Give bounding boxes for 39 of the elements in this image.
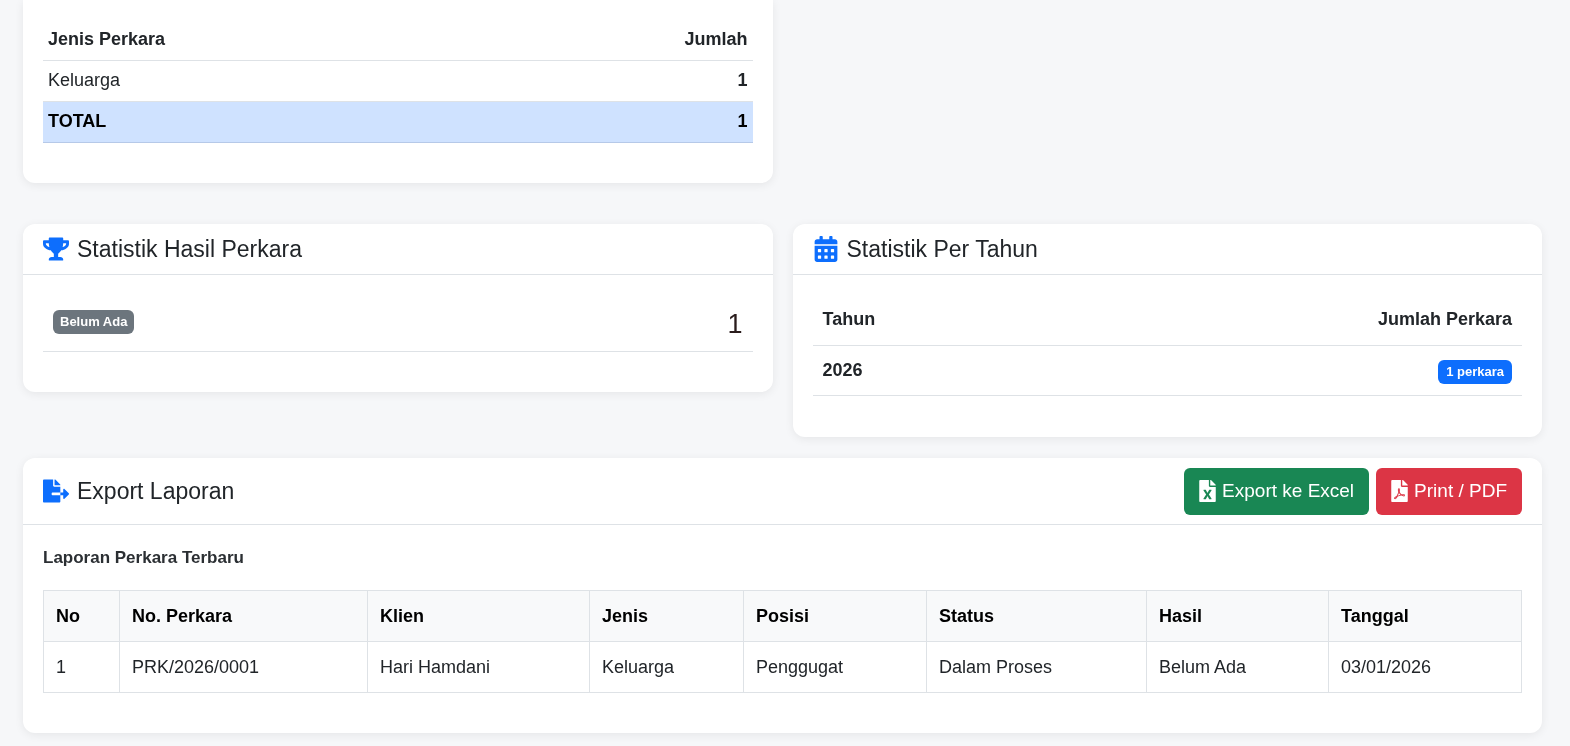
table-cell: Penggugat bbox=[743, 641, 927, 693]
table-cell: Hari Hamdani bbox=[367, 641, 590, 693]
count-value: 1 bbox=[727, 307, 743, 341]
file-export-icon bbox=[43, 478, 69, 504]
export-button[interactable]: Export ke Excel bbox=[1184, 467, 1370, 515]
column-header: Klien bbox=[367, 590, 590, 642]
column-header: No bbox=[43, 590, 120, 642]
count-badge: 1 perkara bbox=[1438, 360, 1512, 384]
column-header: No. Perkara bbox=[119, 590, 368, 642]
column-header: Jenis bbox=[589, 590, 744, 642]
table-cell: Keluarga bbox=[589, 641, 744, 693]
table-header: Jenis Perkara bbox=[43, 19, 494, 60]
column-header: Status bbox=[926, 590, 1147, 642]
spreadsheet-file-icon bbox=[1199, 480, 1217, 502]
card-title: Statistik Hasil Perkara bbox=[77, 234, 302, 264]
table-header: Jumlah Perkara bbox=[1039, 294, 1522, 346]
table-header: Tahun bbox=[812, 294, 1040, 346]
table-header: Jumlah bbox=[493, 19, 753, 60]
export-button[interactable]: Print / PDF bbox=[1376, 467, 1522, 515]
pdf-file-icon bbox=[1391, 480, 1409, 502]
table-cell: 2026 bbox=[812, 345, 1040, 396]
table-cell: 1 bbox=[493, 60, 753, 101]
table-cell: Belum Ada bbox=[1146, 641, 1329, 693]
table-cell: TOTAL bbox=[43, 101, 494, 142]
card-title: Export Laporan bbox=[77, 477, 235, 506]
table-cell: 1 bbox=[43, 641, 120, 693]
section-title: Laporan Perkara Terbaru bbox=[43, 547, 245, 569]
calendar-icon bbox=[812, 235, 839, 262]
table-cell: PRK/2026/0001 bbox=[119, 641, 368, 693]
table-cell: 03/01/2026 bbox=[1328, 641, 1522, 693]
table-cell: Keluarga bbox=[43, 60, 494, 101]
table-cell: Dalam Proses bbox=[926, 641, 1147, 693]
column-header: Posisi bbox=[743, 590, 927, 642]
trophy-icon bbox=[43, 235, 69, 262]
column-header: Hasil bbox=[1146, 590, 1329, 642]
table-cell: 1 bbox=[493, 101, 753, 142]
status-badge: Belum Ada bbox=[53, 309, 135, 334]
card-title: Statistik Per Tahun bbox=[846, 234, 1038, 264]
column-header: Tanggal bbox=[1328, 590, 1522, 642]
